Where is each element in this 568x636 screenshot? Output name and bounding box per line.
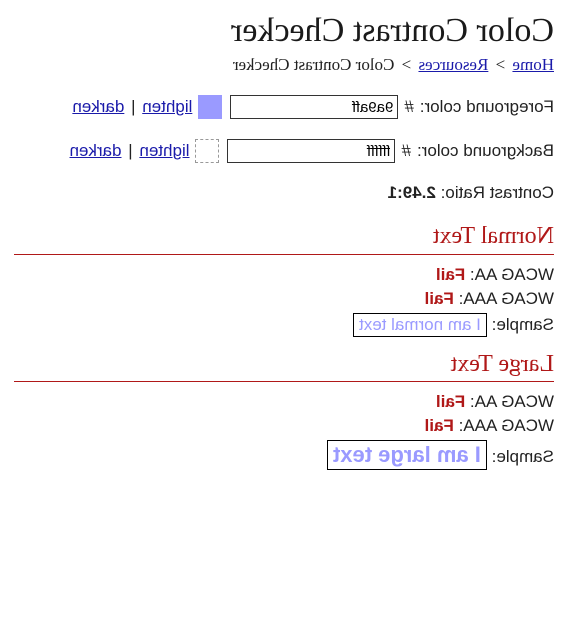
background-label: Background color: [417, 141, 554, 161]
breadcrumb: Home > Resources > Color Contrast Checke… [14, 55, 554, 75]
large-aa-label: WCAG AA: [465, 392, 554, 411]
background-lighten[interactable]: lighten [139, 141, 189, 160]
normal-aaa-label: WCAG AAA: [454, 289, 554, 308]
large-sample-label: Sample: [487, 447, 554, 466]
pipe: | [131, 97, 135, 116]
normal-sample-line: Sample: I am normal text [14, 313, 554, 337]
large-sample-box: I am large text [327, 440, 487, 470]
background-input[interactable] [228, 139, 396, 163]
page-title: Color Contrast Checker [14, 12, 554, 49]
ratio-value: 2.49:1 [388, 183, 436, 202]
normal-aaa-result: Fail [425, 289, 454, 308]
normal-aaa: WCAG AAA: Fail [14, 289, 554, 309]
breadcrumb-current: Color Contrast Checker [233, 55, 394, 74]
background-row: Background color: # lighten | darken [14, 139, 554, 163]
normal-heading: Normal Text [14, 223, 554, 249]
normal-sample-label: Sample: [487, 315, 554, 334]
breadcrumb-sep: > [402, 55, 412, 74]
foreground-row: Foreground color: # lighten | darken [14, 95, 554, 119]
large-aa-result: Fail [436, 392, 465, 411]
background-hash: # [402, 141, 411, 161]
large-aa: WCAG AA: Fail [14, 392, 554, 412]
large-heading: Large Text [14, 351, 554, 377]
heading-rule [14, 254, 554, 255]
breadcrumb-home[interactable]: Home [512, 55, 554, 74]
background-swatch [196, 139, 220, 163]
large-aaa-label: WCAG AAA: [454, 416, 554, 435]
heading-rule [14, 381, 554, 382]
breadcrumb-sep: > [496, 55, 506, 74]
breadcrumb-resources[interactable]: Resources [418, 55, 488, 74]
foreground-swatch [198, 95, 222, 119]
foreground-lighten[interactable]: lighten [142, 97, 192, 116]
normal-sample-box: I am normal text [353, 313, 487, 337]
foreground-label: Foreground color: [420, 97, 554, 117]
pipe: | [128, 141, 132, 160]
ratio-label: Contrast Ratio: [436, 183, 554, 202]
normal-aa-label: WCAG AA: [465, 265, 554, 284]
foreground-input[interactable] [230, 95, 398, 119]
contrast-ratio: Contrast Ratio: 2.49:1 [14, 183, 554, 203]
normal-aa: WCAG AA: Fail [14, 265, 554, 285]
normal-aa-result: Fail [436, 265, 465, 284]
background-darken[interactable]: darken [70, 141, 122, 160]
foreground-hash: # [404, 97, 413, 117]
large-aaa-result: Fail [425, 416, 454, 435]
foreground-darken[interactable]: darken [72, 97, 124, 116]
large-aaa: WCAG AAA: Fail [14, 416, 554, 436]
large-sample-line: Sample: I am large text [14, 440, 554, 470]
